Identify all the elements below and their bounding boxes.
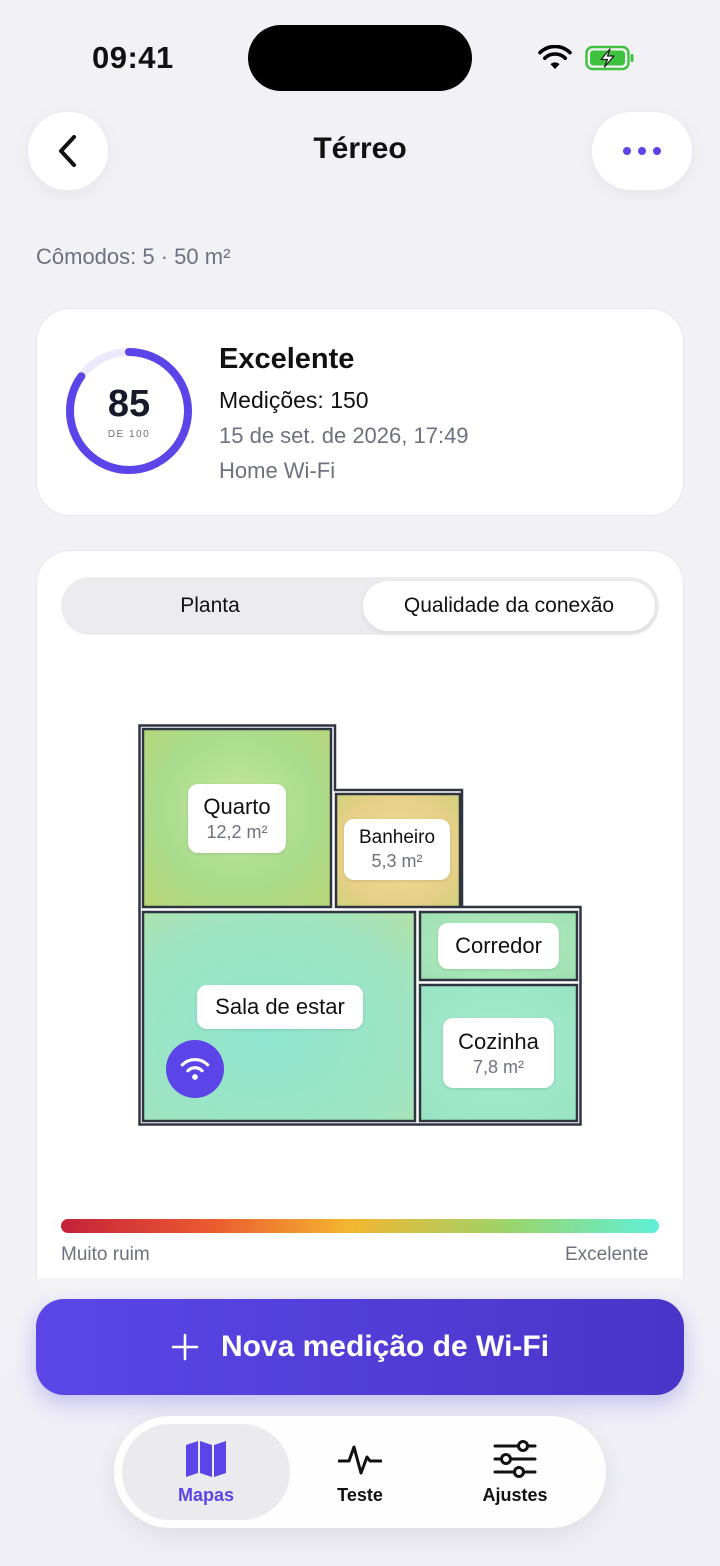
- measurement-count: Medições: 150: [219, 387, 369, 413]
- room-name: Corredor: [455, 933, 542, 958]
- room-name: Quarto: [203, 794, 271, 819]
- score-card[interactable]: 85 DE 100 Excelente Medições: 150 15 de …: [36, 308, 684, 516]
- score-label: Excelente: [219, 343, 355, 375]
- rooms-summary: Cômodos: 5 · 50 m²: [36, 244, 231, 269]
- tab-maps[interactable]: Mapas: [122, 1424, 290, 1520]
- room-name: Cozinha: [458, 1028, 539, 1054]
- score-max-label: DE 100: [107, 429, 151, 440]
- new-measurement-button[interactable]: Nova medição de Wi-Fi: [36, 1299, 684, 1395]
- wifi-status-icon: [538, 45, 572, 69]
- scale-max-label: Excelente: [565, 1244, 649, 1265]
- room-area: 7,8 m²: [472, 1056, 524, 1077]
- map-icon: [186, 1440, 226, 1477]
- tab-label: Mapas: [177, 1484, 235, 1505]
- room-area: 12,2 m²: [206, 822, 268, 842]
- status-time: 09:41: [92, 40, 174, 75]
- room-label-cozinha[interactable]: Cozinha 7,8 m²: [443, 1018, 554, 1088]
- room-label-quarto[interactable]: Quarto 12,2 m²: [188, 784, 286, 853]
- pulse-icon: [338, 1445, 382, 1474]
- tab-connection-quality[interactable]: Qualidade da conexão: [363, 581, 655, 631]
- ellipsis-icon: [623, 147, 661, 155]
- status-bar: 09:41: [0, 0, 720, 110]
- network-name: Home Wi-Fi: [219, 458, 336, 483]
- tab-test[interactable]: Teste: [292, 1424, 428, 1520]
- router-marker[interactable]: [166, 1040, 224, 1098]
- more-options-button[interactable]: [592, 112, 692, 190]
- room-name: Banheiro: [358, 827, 436, 848]
- tab-label: Teste: [337, 1484, 383, 1505]
- room-label-banheiro[interactable]: Banheiro 5,3 m²: [344, 819, 450, 880]
- new-measurement-label: Nova medição de Wi-Fi: [220, 1330, 550, 1363]
- room-label-sala[interactable]: Sala de estar: [197, 985, 363, 1029]
- battery-charging-icon: [585, 45, 634, 71]
- wifi-icon: [180, 1058, 210, 1080]
- measurement-date: 15 de set. de 2026, 17:49: [219, 423, 469, 448]
- scale-min-label: Muito ruim: [61, 1244, 150, 1265]
- dynamic-island: [248, 25, 472, 91]
- view-segmented-control: Planta Qualidade da conexão: [61, 577, 659, 635]
- room-area: 5,3 m²: [371, 851, 423, 871]
- tab-floor-plan[interactable]: Planta: [61, 577, 359, 635]
- quality-color-scale: [61, 1219, 659, 1233]
- score-value: 85: [107, 383, 151, 425]
- tab-label: Ajustes: [482, 1484, 548, 1505]
- tab-bar: Mapas Teste Ajustes: [114, 1416, 606, 1528]
- tab-settings[interactable]: Ajustes: [440, 1424, 590, 1520]
- sliders-icon: [493, 1439, 537, 1478]
- room-name: Sala de estar: [215, 994, 345, 1019]
- plus-icon: [171, 1333, 199, 1361]
- room-label-corredor[interactable]: Corredor: [438, 923, 559, 969]
